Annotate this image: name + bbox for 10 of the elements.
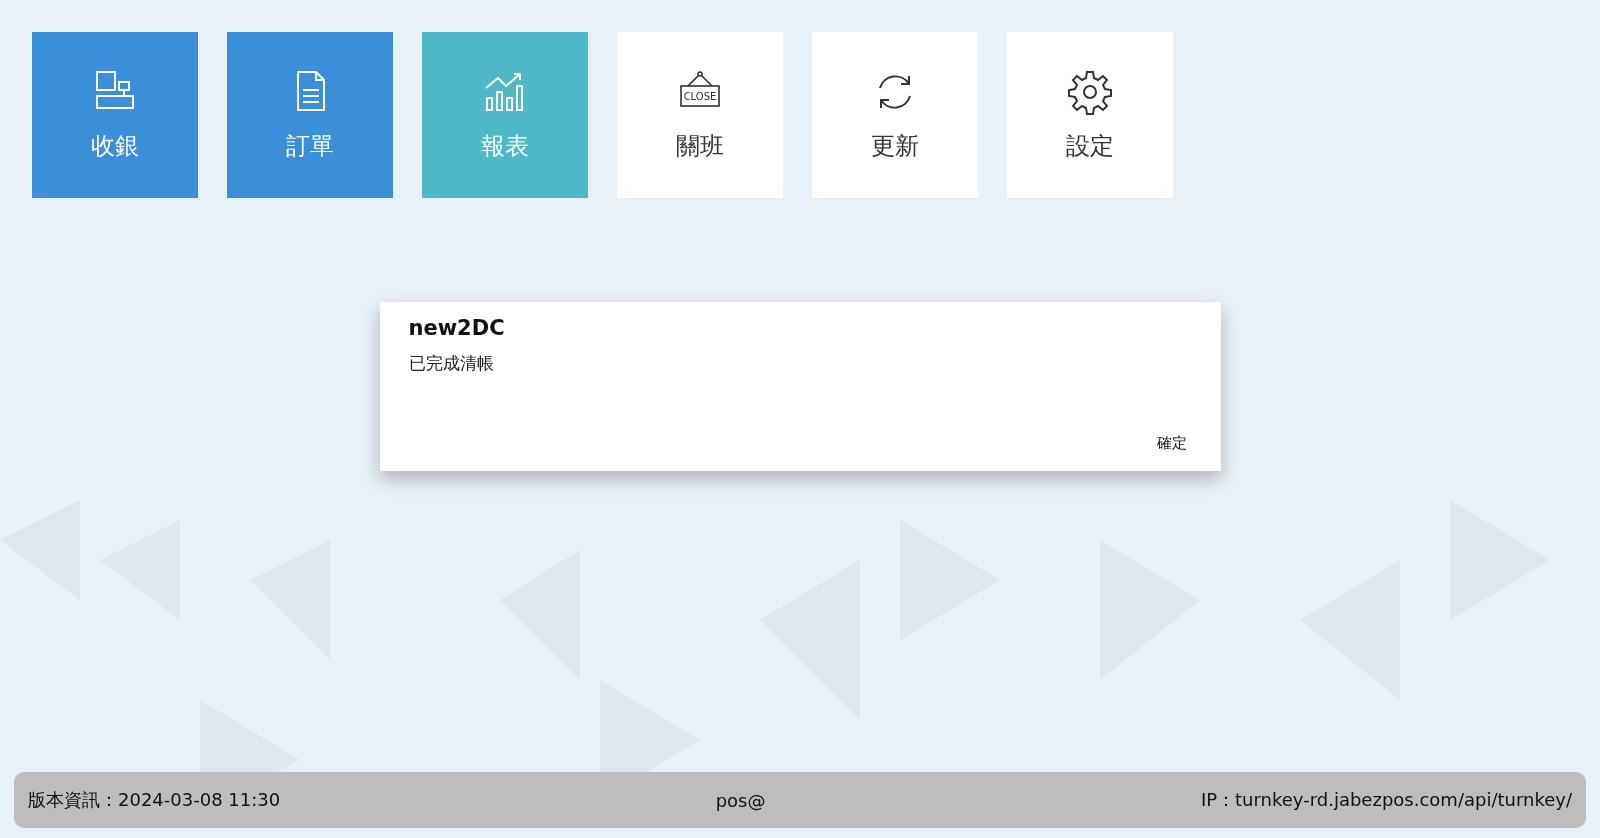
dialog-title: new2DC: [408, 316, 506, 340]
version-info: 版本資訊：2024-03-08 11:30: [28, 788, 281, 812]
menu-tile[interactable]: CLOSE 關班: [617, 32, 783, 198]
menu-tile[interactable]: 更新: [812, 32, 978, 198]
dialog-message: 已完成清帳: [408, 353, 494, 373]
menu-tile[interactable]: 設定: [1007, 32, 1173, 198]
server-address: IP：turnkey-rd.jabezpos.com/api/turnkey/: [1200, 788, 1572, 812]
confirm-button[interactable]: 確定: [1150, 430, 1193, 457]
user-name: pos@: [715, 789, 766, 811]
settings-icon: [1066, 68, 1114, 116]
